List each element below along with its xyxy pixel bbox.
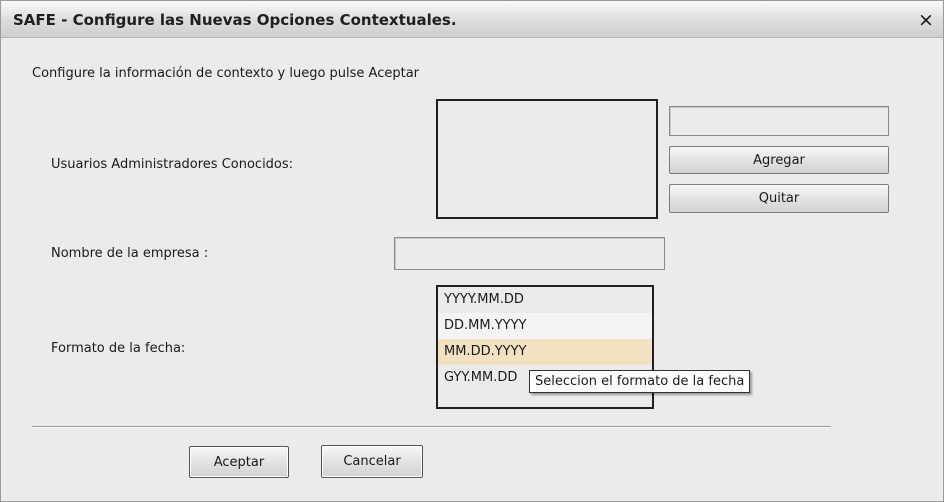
title-bar[interactable]: SAFE - Configure las Nuevas Opciones Con… [1, 1, 943, 38]
date-format-option[interactable]: DD.MM.YYYY [438, 313, 652, 339]
separator [32, 426, 831, 428]
company-name-input[interactable] [394, 237, 665, 270]
date-format-option[interactable]: MM.DD.YYYY [438, 339, 652, 365]
admin-user-input[interactable] [669, 106, 889, 136]
date-format-label: Formato de la fecha: [51, 341, 186, 356]
accept-button[interactable]: Aceptar [189, 446, 289, 478]
admins-list[interactable] [436, 99, 658, 219]
close-icon[interactable]: × [915, 9, 937, 31]
date-format-option[interactable]: YYYY.MM.DD [438, 287, 652, 313]
instruction-text: Configure la información de contexto y l… [32, 66, 420, 81]
window-title: SAFE - Configure las Nuevas Opciones Con… [13, 11, 457, 29]
add-admin-button[interactable]: Agregar [669, 146, 889, 174]
admins-label: Usuarios Administradores Conocidos: [51, 157, 294, 172]
date-format-tooltip: Seleccion el formato de la fecha [529, 370, 751, 393]
remove-admin-button[interactable]: Quitar [669, 184, 889, 213]
cancel-button[interactable]: Cancelar [321, 445, 423, 478]
config-dialog: SAFE - Configure las Nuevas Opciones Con… [0, 0, 944, 502]
company-label: Nombre de la empresa : [51, 246, 209, 261]
